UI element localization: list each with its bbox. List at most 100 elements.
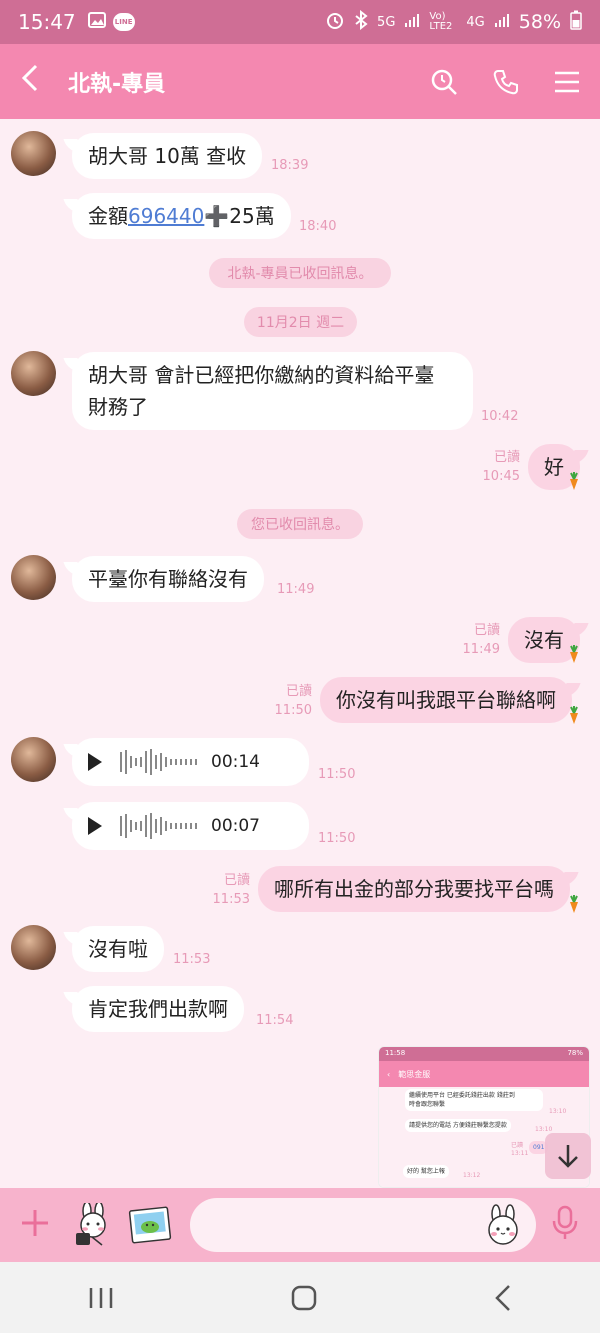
message-bubble-incoming[interactable]: 平臺你有聯絡沒有 [72,556,264,602]
read-receipt: 已讀 [223,873,250,888]
search-button[interactable] [430,68,458,96]
signal-icon-2 [494,12,510,32]
message-time: 11:49 [462,642,500,657]
search-icon [431,69,457,95]
system-notice: 您已收回訊息。 [237,509,363,539]
thumb-battery: 78% [567,1049,583,1057]
thumb-status-bar: 11:58 78% [379,1047,589,1061]
status-left-icons: LINE [87,12,135,32]
message-time: 11:49 [277,582,315,597]
home-button[interactable] [291,1285,317,1311]
microphone-icon [552,1205,578,1239]
message-bubble-incoming[interactable]: 肯定我們出款啊 [72,986,244,1032]
thumb-bubble: 繼續使用平台 已經委託錢莊出款 錢莊到 時會跟您聯繫 [405,1089,543,1111]
voice-message-bubble[interactable]: 00:07 [72,802,309,850]
message-text: 哪所有出金的部分我要找平台嗎 [274,877,554,901]
date-separator: 11月2日 週二 [244,307,357,337]
thumb-time: 13:12 [463,1172,481,1179]
message-input-wrapper [190,1198,536,1252]
message-bubble-incoming[interactable]: 胡大哥 10萬 查收 [72,133,263,179]
status-right-icons: 5G Vo) LTE2 4G 58% [325,9,582,34]
thumb-time: 13:10 [549,1108,567,1115]
message-time: 10:42 [481,409,519,424]
chat-message-list[interactable]: 胡大哥 10萬 查收 18:39 金額 696440 ➕25萬 18:40 北執-專… [0,119,600,1188]
message-time: 11:54 [256,1013,294,1028]
message-text: 胡大哥 10萬 查收 [88,144,247,168]
message-input-bar [0,1188,600,1262]
back-button[interactable] [20,62,56,102]
message-text: 肯定我們出款啊 [88,997,228,1021]
message-bubble-incoming[interactable]: 胡大哥 會計已經把你繳納的資料給平臺 財務了 [72,352,473,430]
thumb-title: 範思金服 [398,1069,431,1079]
read-receipt: 已讀 [473,623,500,638]
carrot-emoji-icon [570,472,578,490]
play-icon[interactable] [88,817,102,835]
header-actions [430,68,580,96]
signal-icon [404,12,420,32]
contact-avatar[interactable] [11,925,56,970]
read-receipt: 已讀 [285,684,312,699]
chat-header: 北執-專員 [0,44,600,119]
carrot-emoji-icon [570,645,578,663]
waveform-icon [120,813,197,839]
system-navigation-bar [0,1262,600,1333]
thumb-time: 11:58 [385,1049,406,1057]
volte-label: Vo) LTE2 [429,11,453,32]
system-back-button[interactable] [494,1284,512,1312]
back-arrow-icon [494,1284,510,1311]
scroll-to-bottom-button[interactable] [545,1133,591,1179]
contact-avatar[interactable] [11,351,56,396]
battery-icon [570,10,582,34]
emoji-button[interactable] [480,1202,526,1248]
voice-duration: 00:07 [211,816,260,836]
message-text: 你沒有叫我跟平台聯絡啊 [336,688,556,712]
menu-button[interactable] [554,70,580,94]
voice-duration: 00:14 [211,752,260,772]
emoji-sticker-icon [488,1204,518,1245]
plus-button[interactable] [20,1205,60,1245]
message-text: 沒有啦 [88,937,148,961]
home-icon [291,1285,317,1310]
message-text: 沒有 [524,628,564,652]
thumb-header: ‹ 範思金服 [379,1061,589,1087]
plus-icon [22,1210,48,1236]
thumb-text: 繼續使用平台 已經委託錢莊出款 錢莊到 [409,1092,515,1099]
message-time: 11:53 [173,952,211,967]
voice-message-bubble[interactable]: 00:14 [72,738,309,786]
recent-apps-button[interactable] [88,1286,114,1310]
message-time: 11:50 [318,831,356,846]
message-bubble-outgoing[interactable]: 哪所有出金的部分我要找平台嗎 [258,866,570,912]
contact-avatar[interactable] [11,131,56,176]
message-text: 好 [544,455,564,479]
thumb-text: 好的 幫您上報 [403,1165,449,1178]
cony-sticker-icon [76,1201,106,1246]
message-bubble-outgoing[interactable]: 你沒有叫我跟平台聯絡啊 [320,677,572,723]
message-time: 11:53 [212,892,250,907]
waveform-icon [120,749,197,775]
read-receipt: 已讀 [493,450,520,465]
status-time: 15:47 [18,10,76,34]
sticker-button[interactable] [72,1201,116,1247]
call-button[interactable] [492,68,520,96]
contact-avatar[interactable] [11,737,56,782]
message-text-line: 胡大哥 會計已經把你繳納的資料給平臺 [88,363,435,387]
carrot-emoji-icon [570,706,578,724]
gallery-button[interactable] [128,1203,172,1247]
alarm-icon [325,10,345,34]
message-bubble-incoming[interactable]: 沒有啦 [72,926,164,972]
contact-avatar[interactable] [11,555,56,600]
network-4g-label: 4G [466,14,485,30]
thumb-text: 請提供您的電話 方便錢莊聯繫您提款 [405,1119,511,1132]
chevron-left-icon [21,64,38,91]
phone-icon [493,69,518,94]
thumb-text: 時會跟您聯繫 [409,1101,446,1108]
voice-record-button[interactable] [550,1205,580,1245]
hamburger-menu-icon [555,71,579,92]
photo-album-icon [128,1206,172,1244]
phone-number-link[interactable]: 696440 [128,200,204,232]
play-icon[interactable] [88,753,102,771]
line-app-icon: LINE [112,13,135,31]
message-text: 平臺你有聯絡沒有 [88,567,248,591]
message-bubble-incoming[interactable]: 金額 696440 ➕25萬 [72,193,291,239]
message-text-suffix: ➕25萬 [204,204,275,228]
